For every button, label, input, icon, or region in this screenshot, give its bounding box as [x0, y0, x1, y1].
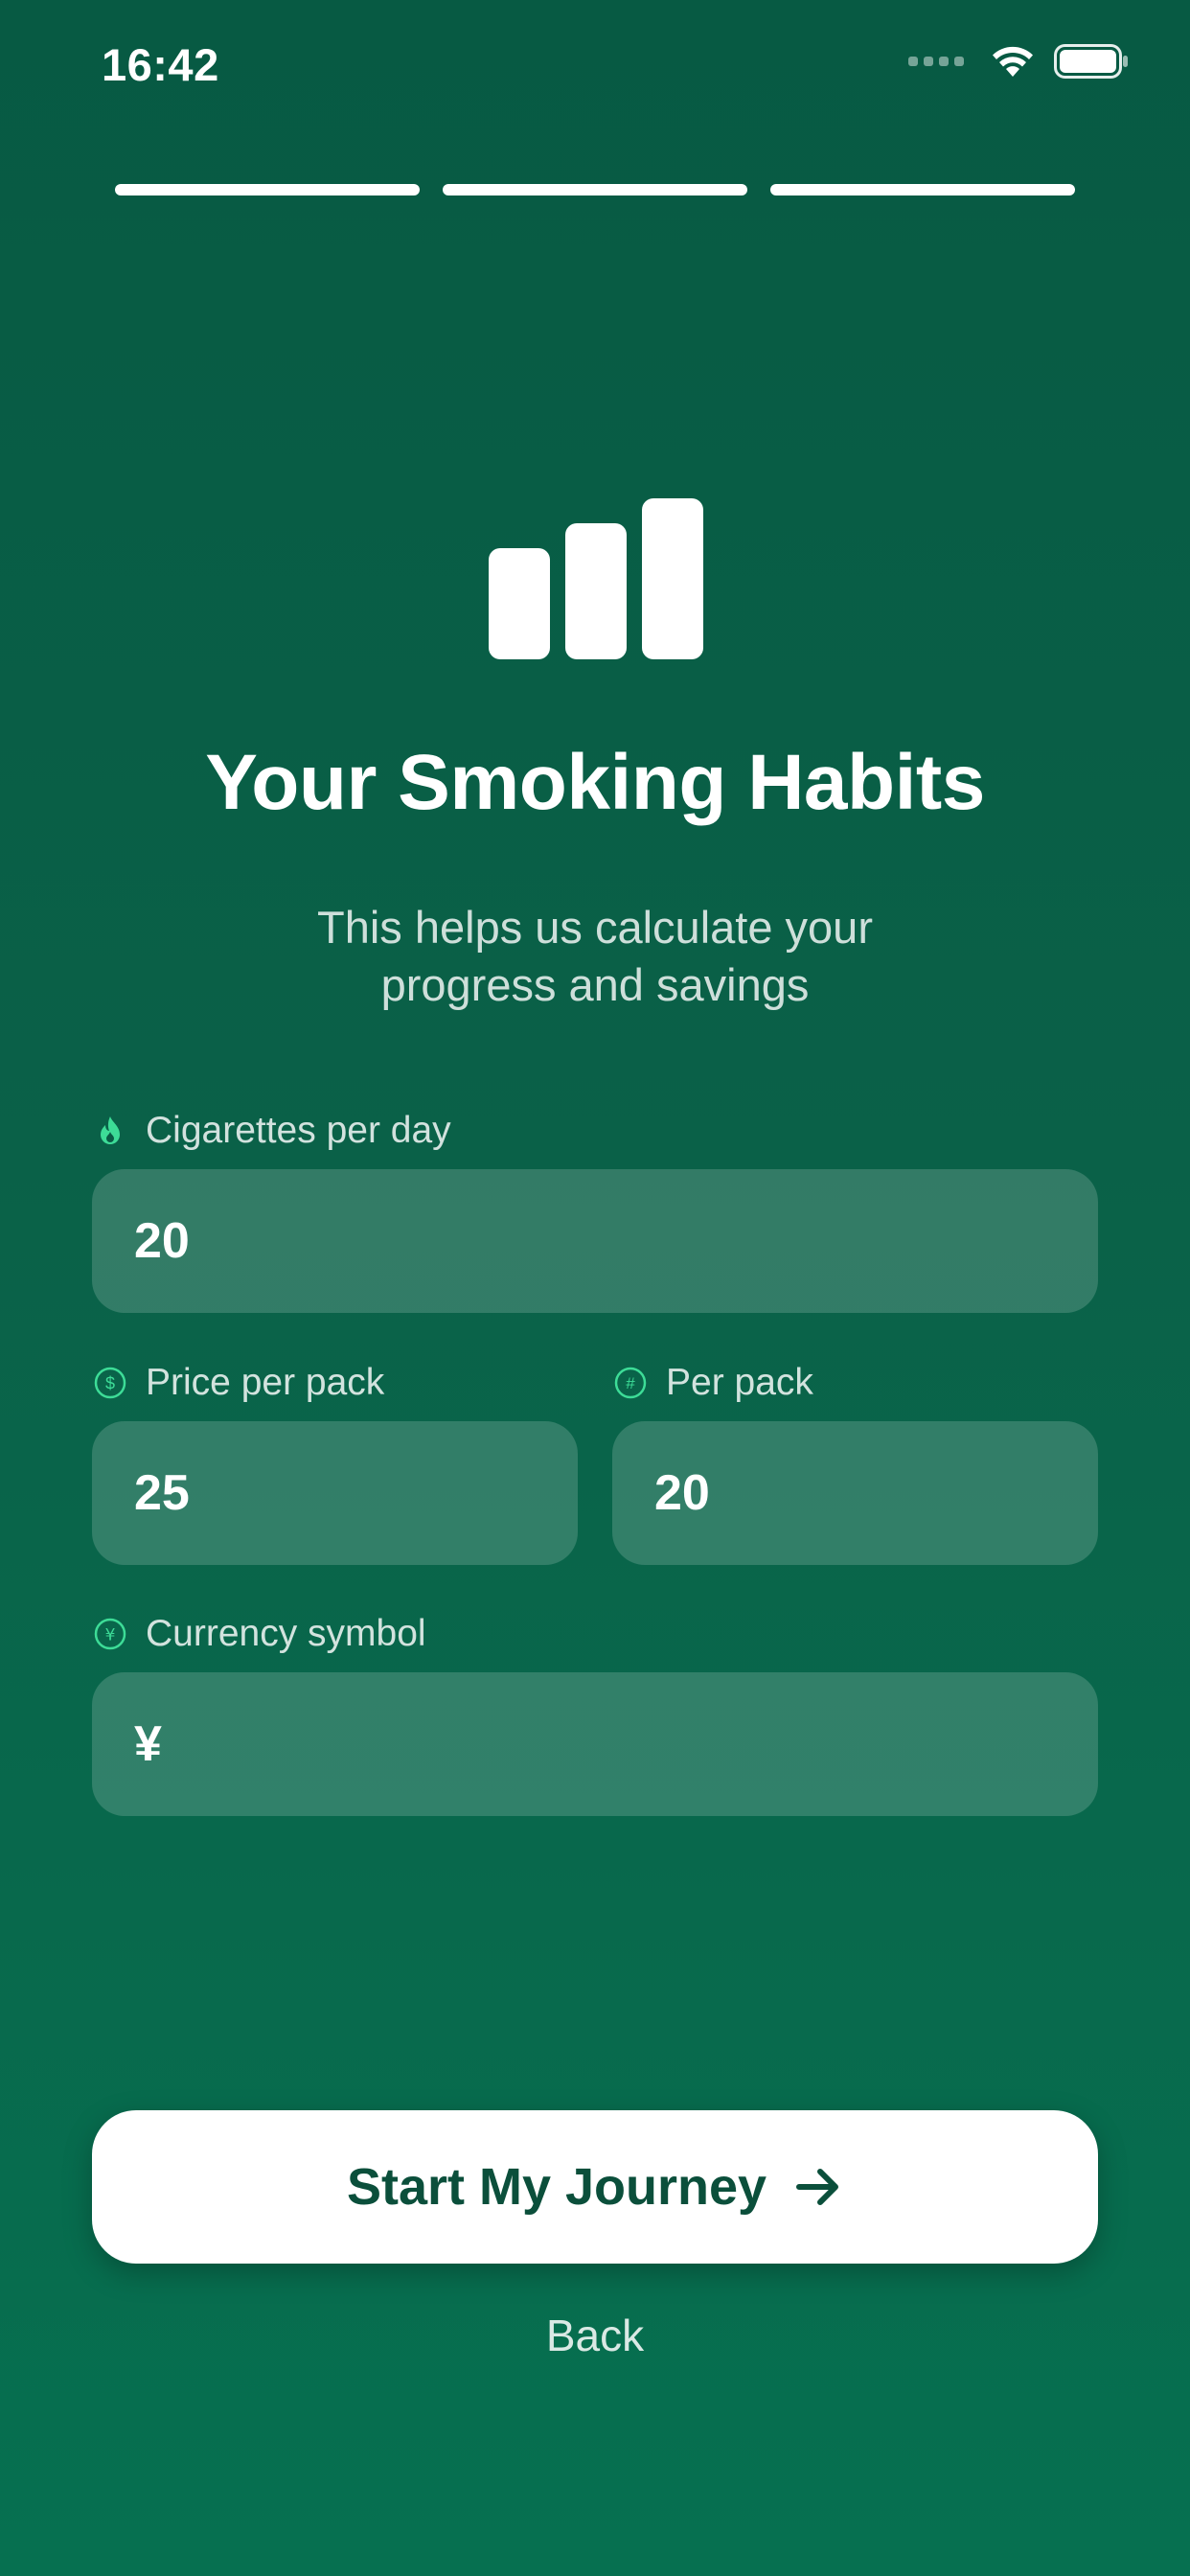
- per-pack-value: 20: [654, 1465, 710, 1521]
- onboarding-screen: 16:42 Your Smoking Habits This helps us …: [0, 0, 1190, 2576]
- cigarettes-per-day-input[interactable]: 20: [92, 1169, 1098, 1313]
- subtitle-line-2: progress and savings: [380, 959, 810, 1010]
- cigarettes-per-day-label: Cigarettes per day: [94, 1110, 451, 1152]
- page-title: Your Smoking Habits: [205, 739, 985, 826]
- per-pack-input[interactable]: 20: [612, 1421, 1098, 1565]
- dollar-circle-icon: $: [94, 1367, 126, 1399]
- progress-step-1: [115, 184, 420, 196]
- progress-step-3: [770, 184, 1075, 196]
- currency-symbol-value: ¥: [134, 1716, 162, 1772]
- subtitle-line-1: This helps us calculate your: [317, 902, 873, 953]
- currency-symbol-label-text: Currency symbol: [146, 1613, 426, 1654]
- currency-symbol-input[interactable]: ¥: [92, 1672, 1098, 1816]
- currency-symbol-label: ¥ Currency symbol: [94, 1613, 426, 1655]
- price-per-pack-label-text: Price per pack: [146, 1362, 385, 1403]
- number-circle-icon: #: [614, 1367, 647, 1399]
- svg-text:#: #: [626, 1374, 635, 1392]
- per-pack-label-text: Per pack: [666, 1362, 813, 1403]
- start-my-journey-button[interactable]: Start My Journey: [92, 2110, 1098, 2264]
- progress-step-2: [443, 184, 747, 196]
- cigarettes-per-day-value: 20: [134, 1213, 190, 1269]
- per-pack-label: # Per pack: [614, 1362, 813, 1404]
- flame-icon: [101, 1116, 120, 1144]
- bar-chart-icon: [489, 498, 703, 659]
- page-subtitle: This helps us calculate your progress an…: [260, 899, 930, 1014]
- cigarettes-per-day-label-text: Cigarettes per day: [146, 1110, 451, 1151]
- svg-text:¥: ¥: [105, 1626, 116, 1645]
- yen-circle-icon: ¥: [94, 1618, 126, 1650]
- price-per-pack-input[interactable]: 25: [92, 1421, 578, 1565]
- cellular-signal-icon: [908, 57, 964, 66]
- wifi-icon: [993, 46, 1033, 77]
- price-per-pack-label: $ Price per pack: [94, 1362, 384, 1404]
- status-time: 16:42: [102, 39, 219, 90]
- onboarding-progress: [115, 184, 1075, 196]
- price-per-pack-value: 25: [134, 1465, 190, 1521]
- start-my-journey-label: Start My Journey: [346, 2158, 767, 2216]
- svg-text:$: $: [105, 1374, 115, 1393]
- battery-icon: [1054, 44, 1128, 79]
- status-icons: [908, 44, 1129, 79]
- back-button[interactable]: Back: [0, 2310, 1190, 2361]
- arrow-right-icon: [796, 2169, 839, 2205]
